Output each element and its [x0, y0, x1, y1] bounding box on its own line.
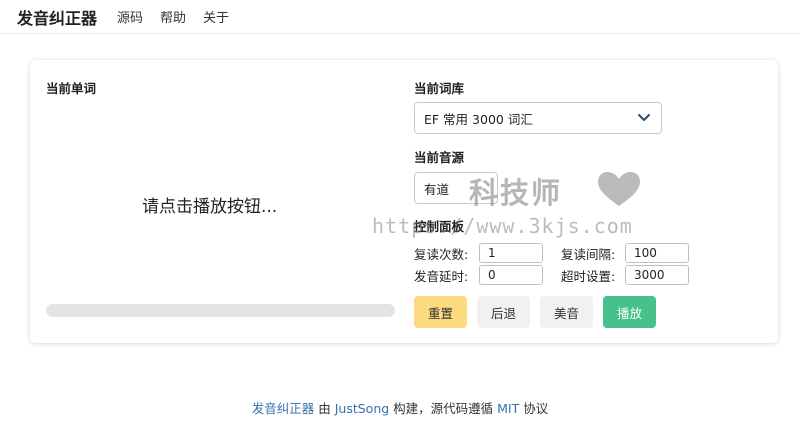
nav-link-about[interactable]: 关于: [203, 7, 229, 26]
footer-author-link[interactable]: JustSong: [335, 401, 389, 416]
control-panel-label: 控制面板: [414, 219, 465, 234]
delay-value: 0: [488, 268, 496, 282]
back-button[interactable]: 后退: [477, 296, 530, 328]
dictionary-selected-value: EF 常用 3000 词汇: [424, 111, 533, 127]
play-button[interactable]: 播放: [603, 296, 656, 328]
delay-input[interactable]: 0: [479, 265, 543, 285]
timeout-label: 超时设置:: [561, 269, 616, 284]
audio-source-label: 当前音源: [414, 150, 465, 165]
repeat-count-input[interactable]: 1: [479, 243, 543, 263]
delay-label: 发音延时:: [414, 269, 469, 284]
footer-license-link[interactable]: MIT: [497, 401, 519, 416]
repeat-interval-input[interactable]: 100: [625, 243, 689, 263]
dictionary-label: 当前词库: [414, 81, 465, 96]
navbar: 发音纠正器 源码 帮助 关于: [0, 0, 800, 34]
repeat-interval-value: 100: [634, 246, 657, 260]
footer-middle-text: 构建，源代码遵循: [389, 401, 498, 416]
footer-project-link[interactable]: 发音纠正器: [252, 401, 315, 416]
us-accent-button[interactable]: 美音: [540, 296, 593, 328]
nav-link-help[interactable]: 帮助: [160, 7, 186, 26]
timeout-input[interactable]: 3000: [625, 265, 689, 285]
repeat-count-value: 1: [488, 246, 496, 260]
reset-button[interactable]: 重置: [414, 296, 467, 328]
footer-by-text: 由: [314, 401, 335, 416]
progress-bar: [46, 304, 395, 317]
repeat-interval-label: 复读间隔:: [561, 247, 616, 262]
current-word-label: 当前单词: [46, 81, 97, 96]
nav-link-source[interactable]: 源码: [117, 7, 143, 26]
chevron-down-icon: [638, 114, 650, 121]
timeout-value: 3000: [634, 268, 665, 282]
footer-suffix-text: 协议: [519, 401, 549, 416]
footer: 发音纠正器 由 JustSong 构建，源代码遵循 MIT 协议: [0, 398, 800, 417]
word-prompt: 请点击播放按钮...: [142, 197, 278, 217]
app-brand[interactable]: 发音纠正器: [17, 5, 97, 29]
dictionary-select[interactable]: EF 常用 3000 词汇: [414, 102, 662, 134]
audio-source-selected-value: 有道: [424, 181, 450, 197]
repeat-count-label: 复读次数:: [414, 247, 469, 262]
audio-source-select[interactable]: 有道: [414, 172, 498, 204]
